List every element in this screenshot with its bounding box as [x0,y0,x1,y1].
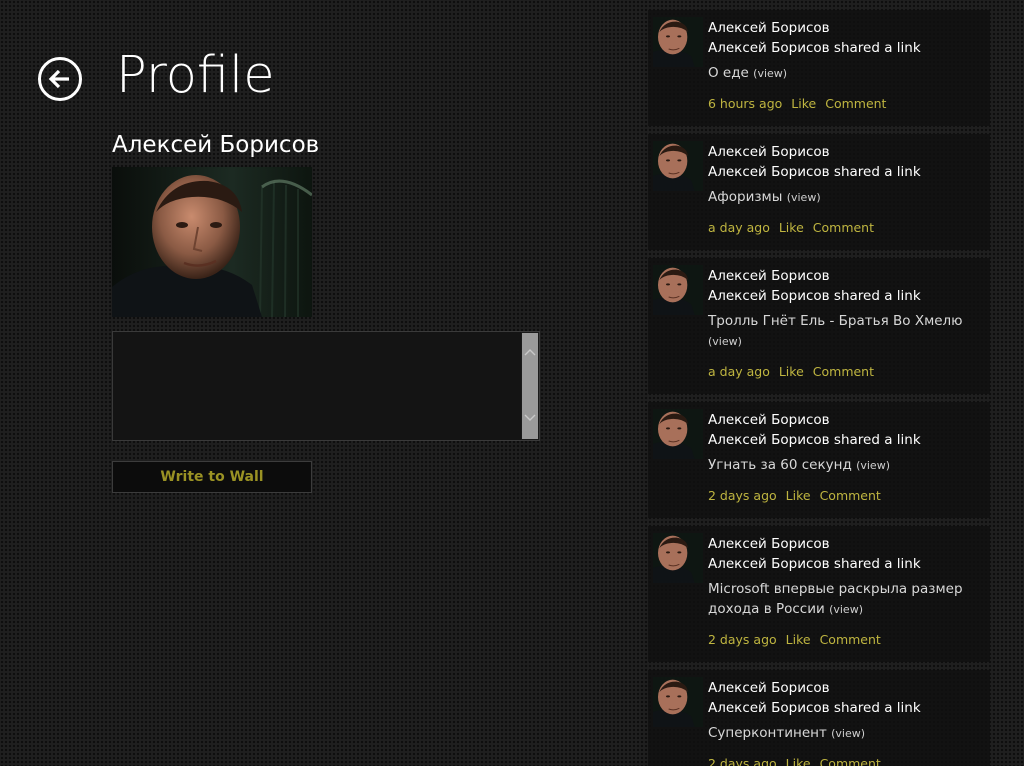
feed-item-content: Алексей Борисов Алексей Борисов shared a … [708,678,986,766]
activity-feed[interactable]: Алексей Борисов Алексей Борисов shared a … [648,10,990,766]
feed-action-text: Алексей Борисов shared a link [708,288,921,304]
view-link[interactable]: (view) [753,67,787,80]
feed-link-title[interactable]: Угнать за 60 секунд [708,457,852,473]
avatar[interactable] [653,409,703,459]
comment-button[interactable]: Comment [813,364,874,379]
feed-meta: 2 days ago Like Comment [708,486,986,506]
like-button[interactable]: Like [786,632,811,647]
comment-button[interactable]: Comment [820,632,881,647]
feed-timestamp: 2 days ago [708,756,777,766]
feed-action-text: Алексей Борисов shared a link [708,432,921,448]
feed-item[interactable]: Алексей Борисов Алексей Борисов shared a … [648,526,990,662]
feed-author[interactable]: Алексей Борисов [708,266,986,286]
avatar[interactable] [653,141,703,191]
feed-item[interactable]: Алексей Борисов Алексей Борисов shared a … [648,134,990,250]
feed-meta: 2 days ago Like Comment [708,630,986,650]
view-link[interactable]: (view) [856,459,890,472]
feed-author[interactable]: Алексей Борисов [708,142,986,162]
feed-meta: a day ago Like Comment [708,362,986,382]
avatar[interactable] [653,17,703,67]
scroll-up-icon[interactable] [524,348,536,356]
feed-meta: a day ago Like Comment [708,218,986,238]
comment-button[interactable]: Comment [825,96,886,111]
profile-name: Алексей Борисов [112,132,320,158]
feed-link[interactable]: Тролль Гнёт Ель - Братья Во Хмелю (view) [708,311,986,352]
feed-meta: 6 hours ago Like Comment [708,94,986,114]
like-button[interactable]: Like [779,364,804,379]
like-button[interactable]: Like [786,488,811,503]
feed-timestamp: a day ago [708,220,770,235]
write-to-wall-button[interactable]: Write to Wall [112,461,312,493]
feed-link[interactable]: О еде (view) [708,63,986,84]
view-link[interactable]: (view) [787,191,821,204]
like-button[interactable]: Like [791,96,816,111]
feed-item-content: Алексей Борисов Алексей Борисов shared a … [708,266,986,382]
feed-author[interactable]: Алексей Борисов [708,18,986,38]
feed-item-content: Алексей Борисов Алексей Борисов shared a … [708,534,986,650]
feed-link-title[interactable]: Афоризмы [708,189,782,205]
feed-link-title[interactable]: О еде [708,65,749,81]
feed-item[interactable]: Алексей Борисов Алексей Борисов shared a … [648,670,990,766]
wall-post-textarea[interactable] [113,332,521,440]
feed-link-title[interactable]: Суперконтинент [708,725,827,741]
like-button[interactable]: Like [779,220,804,235]
feed-action-text: Алексей Борисов shared a link [708,164,921,180]
feed-item-content: Алексей Борисов Алексей Борисов shared a … [708,410,986,506]
feed-author[interactable]: Алексей Борисов [708,678,986,698]
feed-author[interactable]: Алексей Борисов [708,534,986,554]
feed-link[interactable]: Угнать за 60 секунд (view) [708,455,986,476]
feed-item[interactable]: Алексей Борисов Алексей Борисов shared a … [648,258,990,394]
feed-item[interactable]: Алексей Борисов Алексей Борисов shared a … [648,402,990,518]
comment-button[interactable]: Comment [820,488,881,503]
feed-meta: 2 days ago Like Comment [708,754,986,766]
feed-link-title[interactable]: Тролль Гнёт Ель - Братья Во Хмелю [708,313,963,329]
view-link[interactable]: (view) [829,603,863,616]
view-link[interactable]: (view) [831,727,865,740]
view-link[interactable]: (view) [708,335,742,348]
feed-item-content: Алексей Борисов Алексей Борисов shared a … [708,142,986,238]
feed-timestamp: 2 days ago [708,632,777,647]
feed-action-text: Алексей Борисов shared a link [708,40,921,56]
feed-link[interactable]: Суперконтинент (view) [708,723,986,744]
feed-item[interactable]: Алексей Борисов Алексей Борисов shared a … [648,10,990,126]
avatar[interactable] [653,677,703,727]
page-title: Profile [116,46,275,105]
avatar[interactable] [653,265,703,315]
feed-link[interactable]: Microsoft впервые раскрыла размер дохода… [708,579,986,620]
scroll-down-icon[interactable] [524,414,536,422]
feed-timestamp: 2 days ago [708,488,777,503]
arrow-left-icon [48,69,69,89]
avatar[interactable] [653,533,703,583]
like-button[interactable]: Like [786,756,811,766]
back-button[interactable] [38,57,82,101]
comment-button[interactable]: Comment [820,756,881,766]
profile-photo [112,167,312,317]
comment-button[interactable]: Comment [813,220,874,235]
feed-action-text: Алексей Борисов shared a link [708,700,921,716]
wall-post-input[interactable] [112,331,540,441]
feed-action-text: Алексей Борисов shared a link [708,556,921,572]
feed-link[interactable]: Афоризмы (view) [708,187,986,208]
textarea-scrollbar[interactable] [521,332,539,440]
feed-timestamp: a day ago [708,364,770,379]
feed-timestamp: 6 hours ago [708,96,783,111]
feed-item-content: Алексей Борисов Алексей Борисов shared a … [708,18,986,114]
feed-author[interactable]: Алексей Борисов [708,410,986,430]
